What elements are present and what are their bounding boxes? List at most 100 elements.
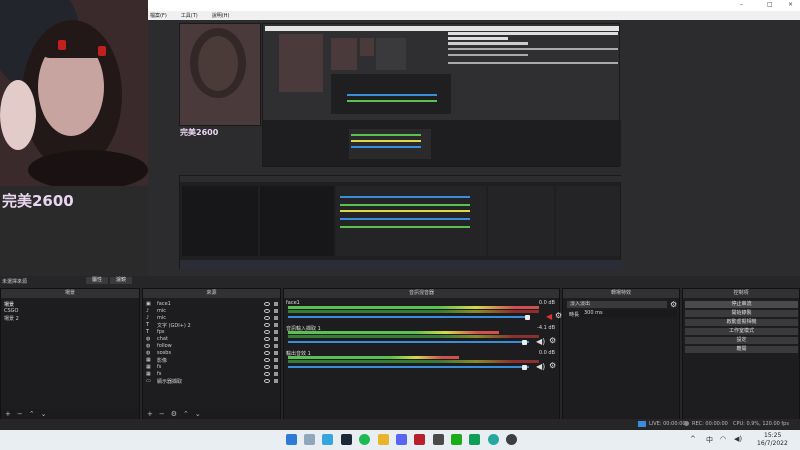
volume-knob[interactable] [525,315,530,320]
source-item-label[interactable]: 顯示器擷取 [157,378,182,385]
lock-icon[interactable] [274,358,278,362]
start-icon[interactable] [286,434,297,445]
app-icon[interactable] [469,434,480,445]
folder-icon[interactable] [378,434,389,445]
volume-meter [288,356,459,359]
source-item-label[interactable]: 影像 [157,357,167,364]
lock-icon[interactable] [274,379,278,383]
discord-icon[interactable] [396,434,407,445]
visibility-eye-icon[interactable] [264,351,270,355]
minimize-button[interactable]: – [740,1,743,8]
stop-streaming-button[interactable]: 停止串流 [685,301,798,308]
gear-icon[interactable]: ⚙ [549,361,556,370]
volume-slider[interactable] [288,341,529,343]
lock-icon[interactable] [274,316,278,320]
visibility-eye-icon[interactable] [264,337,270,341]
speaker-icon[interactable]: ◀) [536,362,545,371]
menu-tools[interactable]: 工具(T) [181,12,198,19]
visibility-eye-icon[interactable] [264,330,270,334]
add-icon[interactable]: + [147,410,153,418]
scene-item[interactable]: 場景 2 [4,315,19,322]
gear-icon[interactable]: ⚙ [171,410,177,418]
volume-slider[interactable] [288,366,529,368]
visibility-eye-icon[interactable] [264,358,270,362]
lock-icon[interactable] [274,344,278,348]
volume-slider[interactable] [288,316,529,318]
source-item-label[interactable]: fps [157,329,165,335]
source-item-label[interactable]: mic [157,315,166,321]
source-item-label[interactable]: follow [157,343,172,349]
virtual-camera-button[interactable]: 啟動虛擬相機 [685,319,798,326]
wifi-icon[interactable]: ◠ [720,435,726,443]
visibility-eye-icon[interactable] [264,309,270,313]
steam-icon[interactable] [341,434,352,445]
source-item-label[interactable]: face1 [157,301,171,307]
chevron-up-icon[interactable]: ^ [690,435,696,443]
lock-icon[interactable] [274,309,278,313]
app-icon[interactable] [488,434,499,445]
lock-icon[interactable] [274,337,278,341]
remove-icon[interactable]: − [159,410,165,418]
spotify-icon[interactable] [359,434,370,445]
duration-input[interactable]: 300 ms [581,310,677,317]
app-icon[interactable] [414,434,425,445]
wechat-icon[interactable] [451,434,462,445]
volume-knob[interactable] [522,365,527,370]
obs-icon[interactable] [506,434,517,445]
source-item-label[interactable]: chat [157,336,168,342]
visibility-eye-icon[interactable] [264,344,270,348]
gear-icon[interactable]: ⚙ [670,300,677,309]
lock-icon[interactable] [274,323,278,327]
mixer-header: 音訊混音器 [284,289,559,298]
lock-icon[interactable] [274,372,278,376]
source-item-label[interactable]: sosbs [157,350,171,356]
mic-icon: ♪ [146,315,150,321]
source-item-label[interactable]: 文字 (GDI+) 2 [157,322,191,329]
lock-icon[interactable] [274,365,278,369]
start-recording-button[interactable]: 開始錄製 [685,310,798,317]
source-item-label[interactable]: mic [157,308,166,314]
visibility-eye-icon[interactable] [264,379,270,383]
volume-knob[interactable] [522,340,527,345]
scene-item[interactable]: CSGO [4,308,18,314]
move-up-icon[interactable]: ⌃ [183,410,189,418]
clock-time[interactable]: 15:25 [764,432,781,439]
source-item-label[interactable]: fs [157,371,161,377]
visibility-eye-icon[interactable] [264,323,270,327]
close-button[interactable]: × [788,1,793,8]
search-icon[interactable] [304,434,315,445]
visibility-eye-icon[interactable] [264,372,270,376]
lock-icon[interactable] [274,351,278,355]
lock-icon[interactable] [274,330,278,334]
transition-select[interactable]: 淡入淡出 [567,301,667,308]
channel-db: 0.0 dB [538,350,555,356]
visibility-eye-icon[interactable] [264,302,270,306]
speaker-icon[interactable]: ◀) [536,337,545,346]
move-down-icon[interactable]: ⌄ [41,410,47,418]
visibility-eye-icon[interactable] [264,365,270,369]
app-icon[interactable] [433,434,444,445]
lock-icon[interactable] [274,302,278,306]
preview-canvas[interactable]: 完美2600 [148,20,800,276]
scene-item[interactable]: 場景 [4,301,14,308]
move-up-icon[interactable]: ⌃ [29,410,35,418]
maximize-button[interactable]: □ [767,1,773,8]
visibility-eye-icon[interactable] [264,316,270,320]
source-item-label[interactable]: fs [157,364,161,370]
gear-icon[interactable]: ⚙ [549,336,556,345]
properties-button[interactable]: 屬性 [86,277,108,284]
volume-icon[interactable]: ◀) [734,435,742,443]
muted-speaker-icon[interactable]: ◀ [546,312,552,321]
move-down-icon[interactable]: ⌄ [195,410,201,418]
menu-file[interactable]: 檔案(F) [150,12,167,19]
studio-mode-button[interactable]: 工作室模式 [685,328,798,335]
add-icon[interactable]: + [5,410,11,418]
filters-button[interactable]: 濾鏡 [110,277,132,284]
settings-button[interactable]: 設定 [685,337,798,344]
edge-icon[interactable] [322,434,333,445]
menu-help[interactable]: 說明(H) [212,12,230,19]
clock-date[interactable]: 16/7/2022 [757,440,788,447]
exit-button[interactable]: 離開 [685,346,798,353]
language-indicator[interactable]: 中 [706,435,713,445]
remove-icon[interactable]: − [17,410,23,418]
